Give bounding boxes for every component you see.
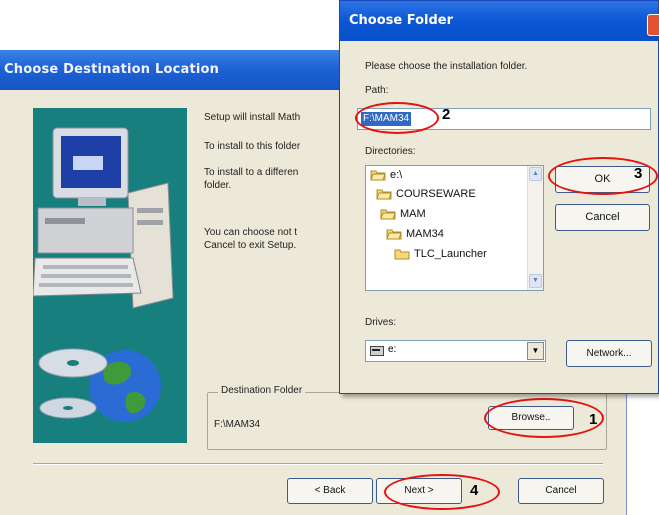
drive-select[interactable]: e: ▼ bbox=[365, 340, 546, 362]
directory-list[interactable]: e:\ COURSEWARE MAM MAM34 TLC_Launcher ▲ … bbox=[365, 165, 544, 291]
choose-folder-dialog: Choose Folder Please choose the installa… bbox=[339, 0, 659, 394]
dialog-title: Choose Folder bbox=[340, 1, 658, 41]
chevron-down-icon[interactable]: ▼ bbox=[527, 342, 544, 360]
open-folder-icon bbox=[370, 169, 386, 181]
close-icon[interactable] bbox=[647, 14, 659, 36]
intro-text-1: Setup will install Math bbox=[204, 112, 301, 123]
directories-label: Directories: bbox=[365, 146, 416, 157]
directory-item[interactable]: MAM bbox=[380, 208, 426, 220]
directory-item[interactable]: TLC_Launcher bbox=[394, 248, 487, 260]
intro-text-4: You can choose not t Cancel to exit Setu… bbox=[204, 227, 298, 251]
step-marker-3: 3 bbox=[634, 165, 643, 182]
step-marker-2: 2 bbox=[442, 106, 451, 123]
intro-text-3: To install to a differen folder. bbox=[204, 167, 299, 191]
directory-scrollbar[interactable]: ▲ ▼ bbox=[527, 166, 543, 290]
cancel-button[interactable]: Cancel bbox=[518, 478, 604, 504]
step-marker-4: 4 bbox=[470, 482, 479, 499]
directory-item[interactable]: e:\ bbox=[370, 169, 402, 181]
annotation-ring-browse bbox=[484, 398, 604, 438]
directory-item[interactable]: COURSEWARE bbox=[376, 188, 476, 200]
setup-illustration bbox=[33, 108, 187, 443]
computer-with-cds-and-globe-icon bbox=[33, 127, 174, 422]
drive-value: e: bbox=[388, 344, 397, 355]
step-marker-1: 1 bbox=[589, 411, 598, 428]
destination-path: F:\MAM34 bbox=[214, 419, 261, 430]
dialog-prompt: Please choose the installation folder. bbox=[365, 61, 528, 72]
annotation-ring-next bbox=[384, 474, 500, 510]
open-folder-icon bbox=[376, 188, 392, 200]
directory-name: MAM bbox=[400, 208, 426, 220]
dialog-cancel-button[interactable]: Cancel bbox=[555, 204, 650, 231]
directory-name: MAM34 bbox=[406, 228, 444, 240]
destination-folder-label: Destination Folder bbox=[218, 385, 306, 396]
intro-text-2: To install to this folder bbox=[204, 141, 301, 152]
folder-icon bbox=[394, 248, 410, 260]
drive-icon bbox=[370, 346, 384, 359]
open-folder-icon bbox=[380, 208, 396, 220]
back-button[interactable]: < Back bbox=[287, 478, 373, 504]
annotation-ring-path bbox=[355, 102, 439, 134]
directory-name: TLC_Launcher bbox=[414, 248, 487, 260]
scroll-up-arrow-icon[interactable]: ▲ bbox=[529, 167, 542, 181]
scroll-down-arrow-icon[interactable]: ▼ bbox=[529, 274, 542, 288]
open-folder-icon bbox=[386, 228, 402, 240]
divider bbox=[33, 463, 603, 465]
directory-name: COURSEWARE bbox=[396, 188, 476, 200]
directory-name: e:\ bbox=[390, 169, 403, 181]
drives-label: Drives: bbox=[365, 317, 397, 328]
directory-item[interactable]: MAM34 bbox=[386, 228, 444, 240]
network-button[interactable]: Network... bbox=[566, 340, 652, 367]
path-label: Path: bbox=[365, 85, 389, 96]
